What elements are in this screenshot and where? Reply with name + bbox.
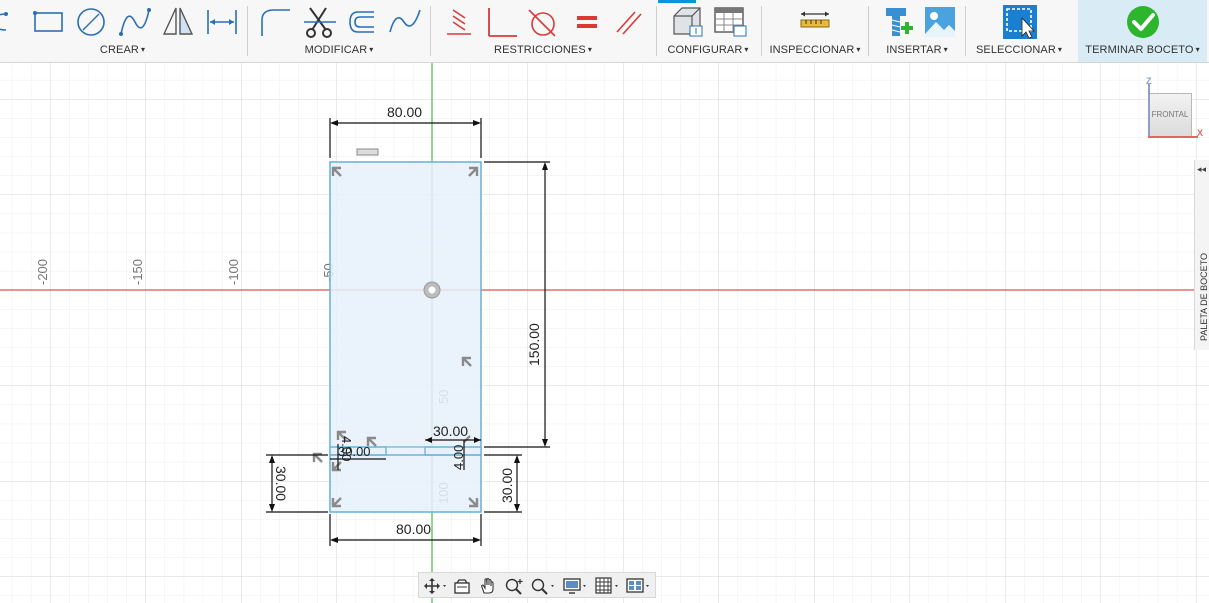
configure-menu[interactable]: CONFIGURAR ▾ [660, 44, 756, 56]
view-cube-z-axis [1148, 84, 1150, 136]
coincident-constraint-icon[interactable] [441, 4, 477, 40]
view-cube-x-axis [1148, 136, 1198, 138]
change-parameters-table-icon[interactable] [712, 4, 748, 40]
separator [761, 6, 762, 56]
inspect-group: INSPECCIONAR ▾ [764, 0, 866, 62]
separator [656, 6, 657, 56]
dimension-slot-thickness-left[interactable]: 4.00 [339, 436, 354, 461]
separator [430, 6, 431, 56]
grid-settings-icon[interactable] [595, 577, 623, 595]
insert-canvas-image-icon[interactable] [922, 4, 958, 40]
dimension-slot-width-right[interactable]: 30.00 [433, 423, 468, 439]
measure-icon[interactable] [797, 4, 833, 40]
axis-label: -100 [226, 259, 241, 285]
dimension-top-width[interactable]: 80.00 [387, 104, 422, 120]
zoom-icon[interactable] [505, 577, 525, 595]
sketch-palette-label: PALETA DE BOCETO [1199, 252, 1209, 342]
mirror-icon[interactable] [160, 4, 196, 40]
dimension-left-slot[interactable]: 30.00 [273, 466, 289, 501]
axis-label: -200 [35, 259, 50, 285]
tangent-constraint-icon[interactable] [525, 4, 561, 40]
select-menu[interactable]: SELECCIONAR ▾ [968, 44, 1070, 56]
dimension-right-slot[interactable]: 30.00 [499, 468, 515, 503]
viewports-icon[interactable] [626, 577, 654, 595]
horizontal-constraint-icon[interactable] [356, 148, 379, 156]
active-indicator [658, 0, 696, 3]
fillet-icon[interactable] [256, 4, 292, 40]
dimension-bottom-width[interactable]: 80.00 [396, 521, 431, 537]
orbit-icon[interactable] [423, 577, 447, 595]
view-cube-front-face[interactable]: FRONTAL [1148, 93, 1192, 137]
create-menu[interactable]: CREAR ▾ [0, 44, 245, 56]
display-settings-icon[interactable] [563, 577, 591, 595]
dimension-height[interactable]: 150.00 [526, 323, 542, 366]
offset-icon[interactable] [344, 4, 380, 40]
axis-x-label: X [1197, 128, 1204, 138]
circle-icon[interactable] [73, 4, 109, 40]
create-group: CREAR ▾ [0, 0, 245, 62]
trim-scissors-icon[interactable] [302, 4, 338, 40]
insert-group: INSERTAR ▾ [872, 0, 962, 62]
sketch-palette-tab[interactable]: ◂◂ PALETA DE BOCETO [1194, 160, 1209, 350]
modify-menu[interactable]: MODIFICAR ▾ [250, 44, 428, 56]
toolbar: CREAR ▾ MODIFICAR ▾ RESTRICCIONES ▾ CONF… [0, 0, 1209, 63]
sketch-curve-icon[interactable] [386, 4, 422, 40]
constraints-menu[interactable]: RESTRICCIONES ▾ [433, 44, 653, 56]
sketch-canvas[interactable]: -200 -150 -100 -50 50 100 [0, 63, 1209, 603]
select-group: SELECCIONAR ▾ [968, 0, 1070, 62]
pan-hand-icon[interactable] [479, 577, 497, 595]
navigation-bar [418, 572, 656, 598]
insert-menu[interactable]: INSERTAR ▾ [872, 44, 962, 56]
view-cube[interactable]: Z FRONTAL X [1140, 74, 1204, 140]
parallel-constraint-icon[interactable] [611, 4, 647, 40]
finish-sketch-check-icon[interactable] [1125, 4, 1161, 40]
separator [868, 6, 869, 56]
perpendicular-constraint-icon[interactable] [483, 4, 519, 40]
sketch-dimension-icon[interactable] [204, 4, 240, 40]
modify-group: MODIFICAR ▾ [250, 0, 428, 62]
configure-group: CONFIGURAR ▾ [658, 0, 756, 62]
fit-zoom-icon[interactable] [531, 577, 559, 595]
equal-constraint-icon[interactable] [569, 4, 605, 40]
select-window-icon[interactable] [1002, 4, 1038, 40]
origin-center [428, 286, 436, 294]
finish-sketch-menu[interactable]: TERMINAR BOCETO ▾ [1078, 44, 1207, 56]
finish-sketch-group[interactable]: TERMINAR BOCETO ▾ [1078, 0, 1207, 62]
separator [965, 6, 966, 56]
parameters-box-icon[interactable] [668, 4, 704, 40]
constraints-group: RESTRICCIONES ▾ [433, 0, 653, 62]
separator [247, 6, 248, 56]
insert-mcmaster-bolt-icon[interactable] [880, 4, 916, 40]
dimension-slot-thickness-right[interactable]: 4.00 [451, 445, 466, 470]
expand-arrow-icon[interactable]: ◂◂ [1197, 164, 1206, 175]
inspect-menu[interactable]: INSPECCIONAR ▾ [764, 44, 866, 56]
rectangle-icon[interactable] [30, 4, 66, 40]
spline-icon[interactable] [117, 4, 153, 40]
arc-icon[interactable] [0, 4, 22, 40]
axis-label: -150 [130, 259, 145, 285]
look-at-icon[interactable] [453, 577, 471, 595]
sketch-grid: -200 -150 -100 -50 50 100 [0, 63, 1209, 603]
